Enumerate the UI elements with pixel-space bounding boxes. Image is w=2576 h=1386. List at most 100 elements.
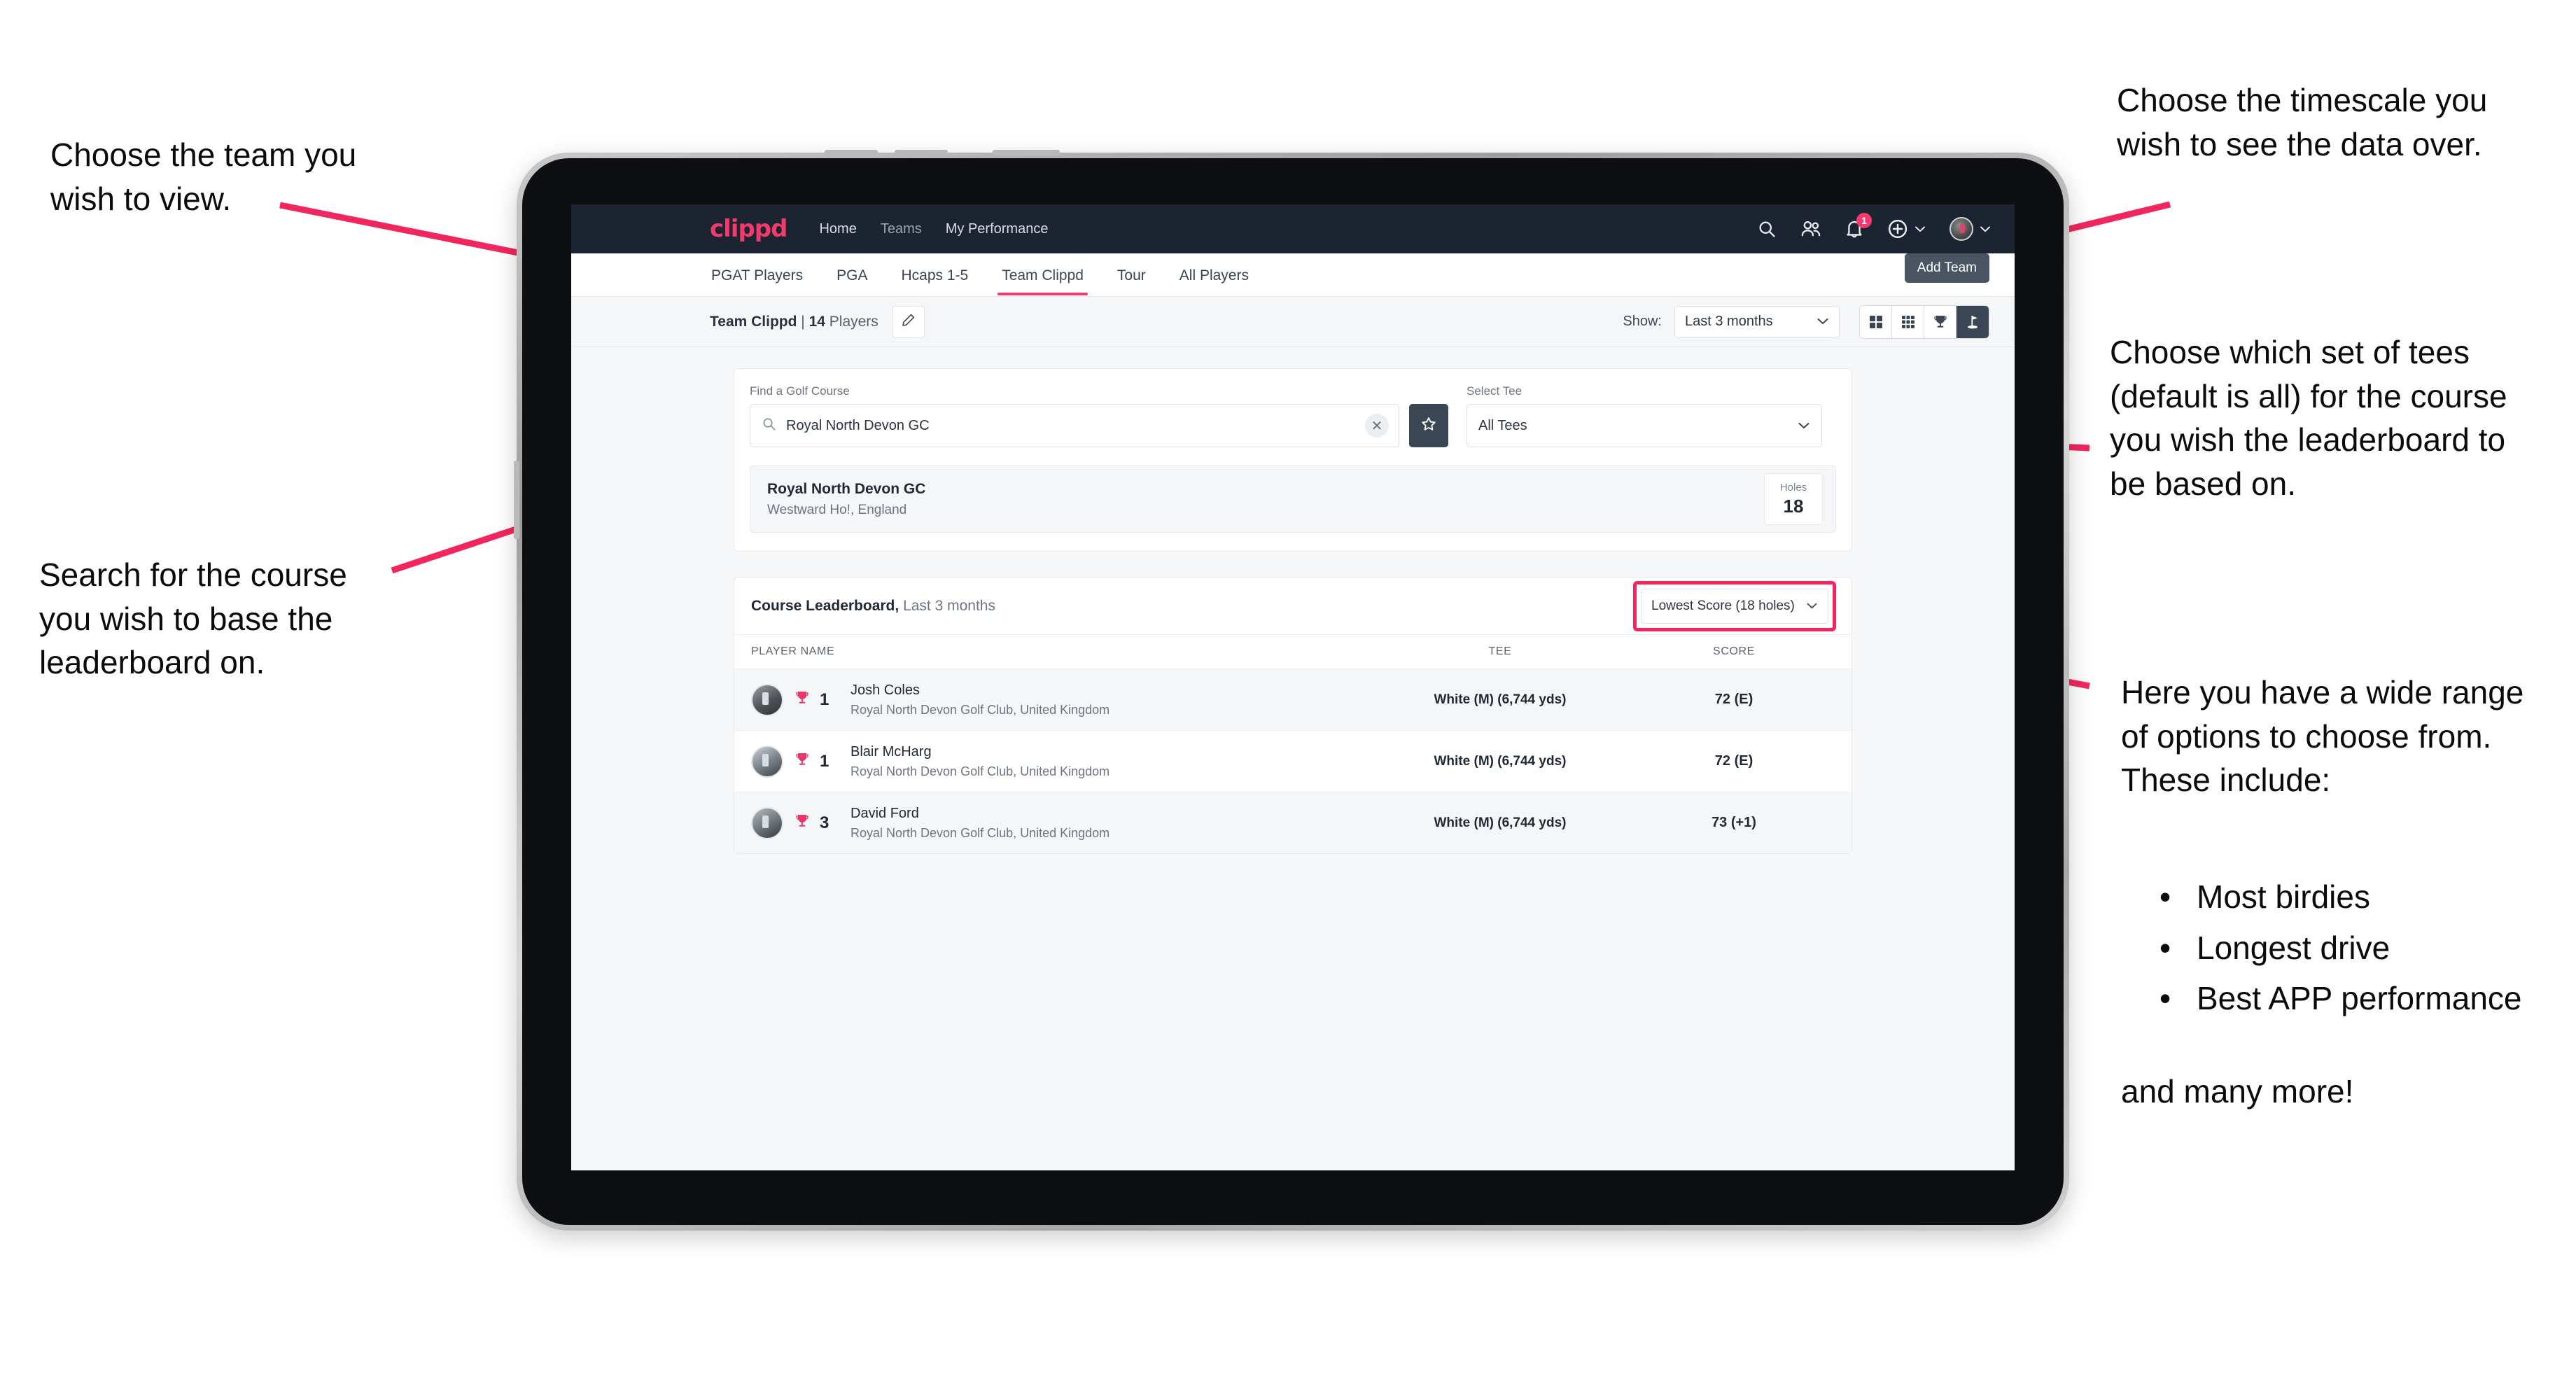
team-player-count: 14 bbox=[808, 313, 825, 330]
course-field-label: Find a Golf Course bbox=[750, 384, 850, 398]
row-score: 72 (E) bbox=[1714, 753, 1754, 769]
user-avatar[interactable] bbox=[1949, 217, 1991, 241]
star-icon bbox=[1420, 416, 1437, 436]
bullet-dot: • bbox=[2159, 929, 2171, 966]
table-row[interactable]: 1 Josh Coles Royal North Devon Golf Club… bbox=[734, 668, 1851, 730]
course-search-wrap: Royal North Devon GC ✕ bbox=[750, 404, 1448, 447]
view-toggle-group bbox=[1859, 304, 1989, 339]
row-player-club: Royal North Devon Golf Club, United King… bbox=[850, 825, 1110, 840]
search-field-row: Find a Golf Course Royal North Devon GC … bbox=[750, 384, 1836, 447]
tab-pga[interactable]: PGA bbox=[835, 255, 869, 295]
leaderboard-sort-value: Lowest Score (18 holes) bbox=[1651, 598, 1795, 613]
clippd-logo[interactable]: clippd bbox=[710, 215, 788, 243]
tab-all-players[interactable]: All Players bbox=[1178, 255, 1250, 295]
table-row[interactable]: 1 Blair McHarg Royal North Devon Golf Cl… bbox=[734, 730, 1851, 792]
people-icon[interactable] bbox=[1800, 219, 1821, 239]
annotation-options-intro: Here you have a wide range of options to… bbox=[2121, 674, 2524, 799]
column-tee: TEE bbox=[1488, 645, 1512, 657]
bell-icon[interactable]: 1 bbox=[1845, 213, 1872, 239]
row-player-info: David Ford Royal North Devon Golf Club, … bbox=[850, 806, 1110, 841]
avatar bbox=[751, 683, 783, 716]
nav-link-home[interactable]: Home bbox=[819, 221, 856, 237]
annotation-options-bullets: • Most birdies • Longest drive • Best AP… bbox=[2149, 875, 2576, 1028]
leaderboard-sort-highlight: Lowest Score (18 holes) bbox=[1633, 580, 1836, 631]
tee-field-group: Select Tee All Tees bbox=[1466, 384, 1822, 447]
pencil-icon bbox=[902, 313, 916, 330]
team-toolbar: Team Clippd | 14 Players Show: Last 3 mo… bbox=[571, 253, 2015, 347]
row-player-cell: 3 David Ford Royal North Devon Golf Club… bbox=[751, 806, 1367, 841]
trophy-icon bbox=[794, 752, 810, 771]
table-row[interactable]: 3 David Ford Royal North Devon Golf Club… bbox=[734, 792, 1851, 853]
golf-flag-icon[interactable] bbox=[1956, 305, 1989, 338]
chevron-down-icon bbox=[1816, 314, 1829, 330]
edit-team-button[interactable] bbox=[892, 305, 925, 338]
course-search-input[interactable]: Royal North Devon GC ✕ bbox=[750, 404, 1399, 447]
search-icon[interactable] bbox=[1757, 219, 1777, 239]
tab-tour[interactable]: Tour bbox=[1116, 255, 1147, 295]
row-score: 72 (E) bbox=[1714, 692, 1754, 707]
leaderboard-title: Course Leaderboard, Last 3 months bbox=[751, 598, 995, 615]
annotation-choose-team: Choose the team you wish to view. bbox=[50, 136, 357, 217]
tee-select[interactable]: All Tees bbox=[1466, 404, 1822, 447]
tablet-device-frame: clippd Home Teams My Performance 1 PGAT … bbox=[514, 150, 2069, 1231]
tee-value: All Tees bbox=[1478, 417, 1527, 433]
course-result-name: Royal North Devon GC bbox=[767, 480, 926, 497]
bullet-label: Most birdies bbox=[2197, 878, 2370, 915]
row-player-info: Blair McHarg Royal North Devon Golf Club… bbox=[850, 744, 1110, 779]
tablet-screen: clippd Home Teams My Performance 1 PGAT … bbox=[571, 204, 2015, 1170]
show-label: Show: bbox=[1623, 314, 1662, 329]
annotation-timescale: Choose the timescale you wish to see the… bbox=[2117, 82, 2488, 162]
chevron-down-icon[interactable] bbox=[1980, 225, 1991, 233]
volume-button-down bbox=[895, 150, 948, 155]
trophy-icon[interactable] bbox=[1924, 305, 1956, 338]
row-player-cell: 1 Josh Coles Royal North Devon Golf Club… bbox=[751, 682, 1367, 718]
chevron-down-icon[interactable] bbox=[1914, 225, 1926, 233]
leaderboard-column-headers: PLAYER NAME TEE SCORE bbox=[734, 635, 1851, 668]
leaderboard-header: Course Leaderboard, Last 3 months Lowest… bbox=[734, 578, 1851, 635]
course-search-panel: Find a Golf Course Royal North Devon GC … bbox=[734, 368, 1852, 552]
course-field-group: Find a Golf Course Royal North Devon GC … bbox=[750, 384, 1448, 447]
avatar bbox=[751, 745, 783, 778]
row-player-name: David Ford bbox=[850, 805, 919, 821]
tab-hcaps-1-5[interactable]: Hcaps 1-5 bbox=[899, 255, 969, 295]
bullet-dot: • bbox=[2159, 980, 2171, 1017]
power-button bbox=[993, 150, 1060, 155]
course-search-value: Royal North Devon GC bbox=[786, 417, 930, 433]
side-port bbox=[514, 461, 519, 539]
leaderboard-title-sub: Last 3 months bbox=[899, 597, 995, 614]
row-player-club: Royal North Devon Golf Club, United King… bbox=[850, 764, 1110, 778]
leaderboard-title-main: Course Leaderboard, bbox=[751, 597, 899, 614]
search-icon bbox=[762, 416, 776, 435]
tab-team-clippd[interactable]: Team Clippd bbox=[997, 255, 1088, 295]
row-tee: White (M) (6,744 yds) bbox=[1434, 753, 1567, 769]
holes-label: Holes bbox=[1779, 481, 1807, 493]
row-player-club: Royal North Devon Golf Club, United King… bbox=[850, 702, 1110, 717]
team-name: Team Clippd bbox=[710, 313, 797, 330]
course-result-location: Westward Ho!, England bbox=[767, 502, 907, 517]
nav-link-teams[interactable]: Teams bbox=[881, 221, 922, 237]
plus-circle-icon[interactable] bbox=[1887, 218, 1926, 239]
row-tee: White (M) (6,744 yds) bbox=[1434, 692, 1567, 707]
volume-button-up bbox=[825, 150, 878, 155]
leaderboard-sort-select[interactable]: Lowest Score (18 holes) bbox=[1641, 588, 1828, 624]
app-top-navbar: clippd Home Teams My Performance 1 bbox=[571, 204, 2015, 253]
add-team-tooltip: Add Team bbox=[1904, 253, 1989, 283]
team-summary-label: Team Clippd | 14 Players bbox=[710, 314, 878, 330]
timescale-value: Last 3 months bbox=[1685, 314, 1773, 329]
grid-3x3-icon[interactable] bbox=[1892, 305, 1924, 338]
row-tee: White (M) (6,744 yds) bbox=[1434, 815, 1567, 830]
timescale-select[interactable]: Last 3 months bbox=[1674, 305, 1840, 338]
notification-badge: 1 bbox=[1856, 213, 1872, 228]
column-score: SCORE bbox=[1713, 645, 1755, 657]
favourite-course-button[interactable] bbox=[1409, 404, 1448, 447]
team-players-word: Players bbox=[825, 313, 878, 330]
annotation-tees: Choose which set of tees (default is all… bbox=[2110, 334, 2507, 502]
close-icon[interactable]: ✕ bbox=[1365, 414, 1389, 438]
row-player-cell: 1 Blair McHarg Royal North Devon Golf Cl… bbox=[751, 744, 1367, 779]
course-leaderboard-panel: Course Leaderboard, Last 3 months Lowest… bbox=[734, 577, 1852, 854]
grid-2x2-icon[interactable] bbox=[1860, 305, 1892, 338]
nav-link-my-performance[interactable]: My Performance bbox=[946, 221, 1049, 237]
row-player-name: Josh Coles bbox=[850, 682, 920, 698]
tab-pgat-players[interactable]: PGAT Players bbox=[710, 255, 804, 295]
course-result-card[interactable]: Royal North Devon GC Westward Ho!, Engla… bbox=[750, 465, 1836, 533]
